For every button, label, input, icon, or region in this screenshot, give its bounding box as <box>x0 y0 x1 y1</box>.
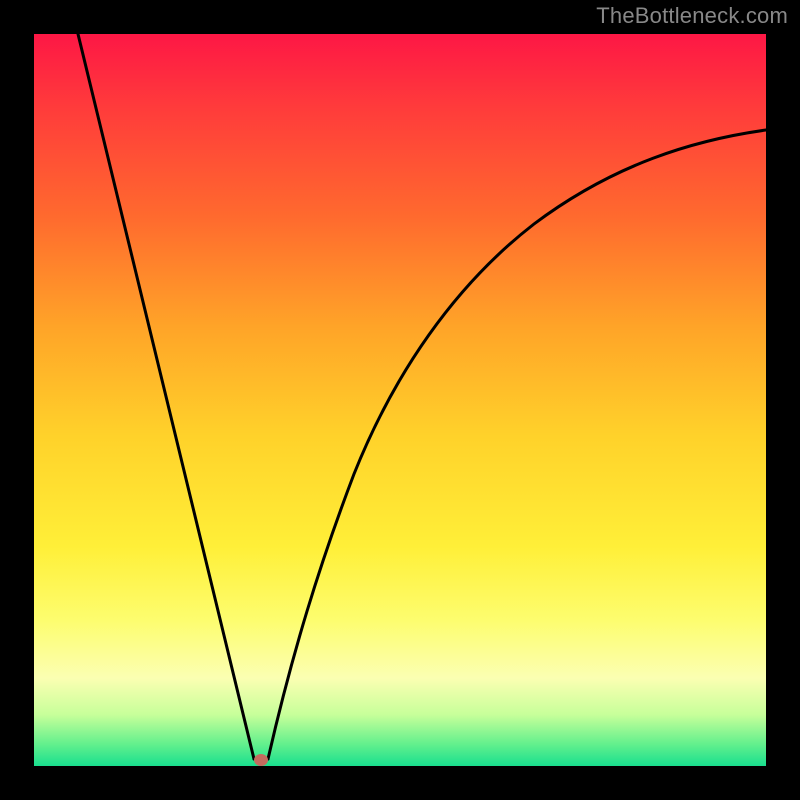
watermark-text: TheBottleneck.com <box>596 3 788 29</box>
curve-right-branch <box>268 130 766 759</box>
plot-area <box>34 34 766 766</box>
bottleneck-marker <box>254 754 268 766</box>
bottleneck-curve <box>34 34 766 766</box>
stage: TheBottleneck.com <box>0 0 800 800</box>
curve-left-branch <box>78 34 254 759</box>
